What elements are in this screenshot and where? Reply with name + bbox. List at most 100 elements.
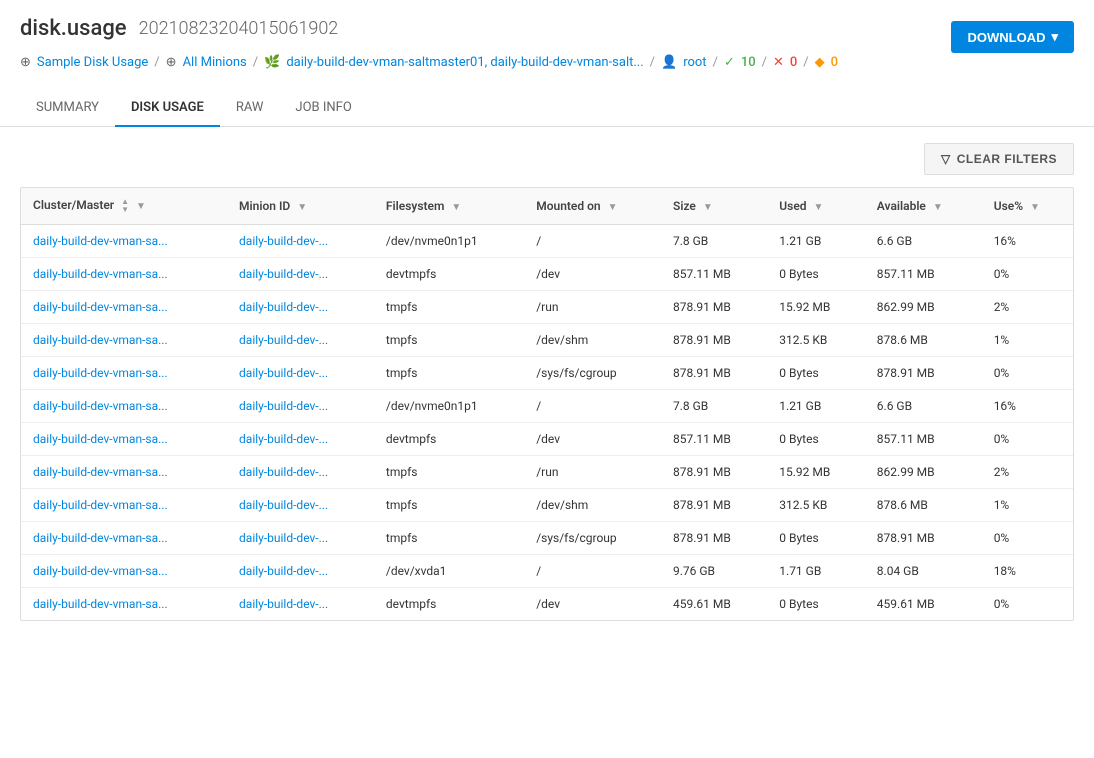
cell-use_pct: 0%: [982, 357, 1073, 390]
cell-available: 6.6 GB: [865, 390, 982, 423]
col-cluster-master[interactable]: Cluster/Master ▲▼ ▼: [21, 188, 227, 225]
cell-use_pct: 2%: [982, 456, 1073, 489]
cell-use_pct: 0%: [982, 258, 1073, 291]
status-warn-count: 0: [831, 55, 838, 70]
cell-cluster[interactable]: daily-build-dev-vman-sa...: [21, 225, 227, 258]
filter-icon-size: ▼: [703, 202, 713, 213]
cell-cluster[interactable]: daily-build-dev-vman-sa...: [21, 291, 227, 324]
breadcrumb-sample[interactable]: Sample Disk Usage: [37, 55, 148, 70]
cell-size: 857.11 MB: [661, 258, 767, 291]
cell-size: 878.91 MB: [661, 324, 767, 357]
cell-use_pct: 0%: [982, 588, 1073, 621]
filter-icon-minion: ▼: [297, 202, 307, 213]
table-row: daily-build-dev-vman-sa...daily-build-de…: [21, 258, 1073, 291]
col-use-pct[interactable]: Use% ▼: [982, 188, 1073, 225]
cell-size: 7.8 GB: [661, 390, 767, 423]
cell-size: 857.11 MB: [661, 423, 767, 456]
tab-summary[interactable]: SUMMARY: [20, 90, 115, 127]
cell-cluster[interactable]: daily-build-dev-vman-sa...: [21, 357, 227, 390]
clear-filters-button[interactable]: ▽ CLEAR FILTERS: [924, 143, 1074, 175]
col-available[interactable]: Available ▼: [865, 188, 982, 225]
cell-filesystem: tmpfs: [374, 489, 524, 522]
cell-used: 1.21 GB: [767, 390, 865, 423]
cell-used: 0 Bytes: [767, 588, 865, 621]
cell-mounted_on: /dev: [524, 588, 661, 621]
cell-minion_id[interactable]: daily-build-dev-...: [227, 258, 374, 291]
chevron-down-icon: ▾: [1051, 29, 1058, 45]
x-icon: ✕: [773, 55, 784, 70]
col-filesystem[interactable]: Filesystem ▼: [374, 188, 524, 225]
cell-cluster[interactable]: daily-build-dev-vman-sa...: [21, 258, 227, 291]
cell-use_pct: 0%: [982, 423, 1073, 456]
check-icon: ✓: [724, 55, 735, 70]
cell-used: 15.92 MB: [767, 291, 865, 324]
breadcrumb-user[interactable]: root: [683, 55, 706, 70]
cell-mounted_on: /: [524, 225, 661, 258]
cell-minion_id[interactable]: daily-build-dev-...: [227, 390, 374, 423]
cell-filesystem: /dev/xvda1: [374, 555, 524, 588]
cell-minion_id[interactable]: daily-build-dev-...: [227, 456, 374, 489]
table-row: daily-build-dev-vman-sa...daily-build-de…: [21, 423, 1073, 456]
clear-filters-label: CLEAR FILTERS: [957, 152, 1057, 166]
download-button[interactable]: DOWNLOAD ▾: [951, 21, 1074, 53]
cell-used: 312.5 KB: [767, 489, 865, 522]
cell-filesystem: tmpfs: [374, 324, 524, 357]
cell-mounted_on: /: [524, 555, 661, 588]
status-err-count: 0: [790, 55, 797, 70]
cell-mounted_on: /run: [524, 456, 661, 489]
cell-use_pct: 2%: [982, 291, 1073, 324]
page-title: disk.usage: [20, 16, 127, 41]
table-row: daily-build-dev-vman-sa...daily-build-de…: [21, 555, 1073, 588]
table-row: daily-build-dev-vman-sa...daily-build-de…: [21, 489, 1073, 522]
compass-icon: ⊕: [20, 55, 31, 70]
cell-minion_id[interactable]: daily-build-dev-...: [227, 357, 374, 390]
cell-size: 9.76 GB: [661, 555, 767, 588]
cell-minion_id[interactable]: daily-build-dev-...: [227, 291, 374, 324]
cell-mounted_on: /dev: [524, 423, 661, 456]
cell-cluster[interactable]: daily-build-dev-vman-sa...: [21, 423, 227, 456]
cell-size: 878.91 MB: [661, 357, 767, 390]
cell-cluster[interactable]: daily-build-dev-vman-sa...: [21, 390, 227, 423]
cell-cluster[interactable]: daily-build-dev-vman-sa...: [21, 555, 227, 588]
filter-icon-usepct: ▼: [1030, 202, 1040, 213]
cell-filesystem: /dev/nvme0n1p1: [374, 390, 524, 423]
cell-minion_id[interactable]: daily-build-dev-...: [227, 324, 374, 357]
cell-mounted_on: /sys/fs/cgroup: [524, 357, 661, 390]
tab-job-info[interactable]: JOB INFO: [279, 90, 367, 127]
cell-used: 0 Bytes: [767, 522, 865, 555]
cell-minion_id[interactable]: daily-build-dev-...: [227, 423, 374, 456]
cell-filesystem: tmpfs: [374, 456, 524, 489]
cell-minion_id[interactable]: daily-build-dev-...: [227, 555, 374, 588]
breadcrumb-minion-hosts[interactable]: daily-build-dev-vman-saltmaster01, daily…: [286, 55, 643, 70]
col-minion-id[interactable]: Minion ID ▼: [227, 188, 374, 225]
status-ok-count: 10: [741, 55, 756, 70]
job-id: 20210823204015061902: [139, 18, 339, 39]
cell-available: 862.99 MB: [865, 291, 982, 324]
cell-cluster[interactable]: daily-build-dev-vman-sa...: [21, 324, 227, 357]
cell-available: 6.6 GB: [865, 225, 982, 258]
cell-minion_id[interactable]: daily-build-dev-...: [227, 489, 374, 522]
table-row: daily-build-dev-vman-sa...daily-build-de…: [21, 588, 1073, 621]
cell-available: 878.6 MB: [865, 489, 982, 522]
breadcrumb-all-minions[interactable]: All Minions: [183, 55, 247, 70]
cell-cluster[interactable]: daily-build-dev-vman-sa...: [21, 588, 227, 621]
filter-icon-mounted: ▼: [608, 202, 618, 213]
tab-raw[interactable]: RAW: [220, 90, 280, 127]
col-mounted-on[interactable]: Mounted on ▼: [524, 188, 661, 225]
cell-cluster[interactable]: daily-build-dev-vman-sa...: [21, 522, 227, 555]
cell-mounted_on: /run: [524, 291, 661, 324]
cell-use_pct: 1%: [982, 324, 1073, 357]
cell-minion_id[interactable]: daily-build-dev-...: [227, 225, 374, 258]
filter-icon: ▽: [941, 152, 951, 166]
data-table: Cluster/Master ▲▼ ▼ Minion ID ▼ Filesyst…: [20, 187, 1074, 621]
cell-size: 878.91 MB: [661, 456, 767, 489]
col-size[interactable]: Size ▼: [661, 188, 767, 225]
sort-icons-cluster: ▲▼: [121, 198, 129, 214]
cell-cluster[interactable]: daily-build-dev-vman-sa...: [21, 456, 227, 489]
cell-cluster[interactable]: daily-build-dev-vman-sa...: [21, 489, 227, 522]
cell-filesystem: tmpfs: [374, 522, 524, 555]
cell-minion_id[interactable]: daily-build-dev-...: [227, 522, 374, 555]
tab-disk-usage[interactable]: DISK USAGE: [115, 90, 220, 127]
cell-minion_id[interactable]: daily-build-dev-...: [227, 588, 374, 621]
col-used[interactable]: Used ▼: [767, 188, 865, 225]
